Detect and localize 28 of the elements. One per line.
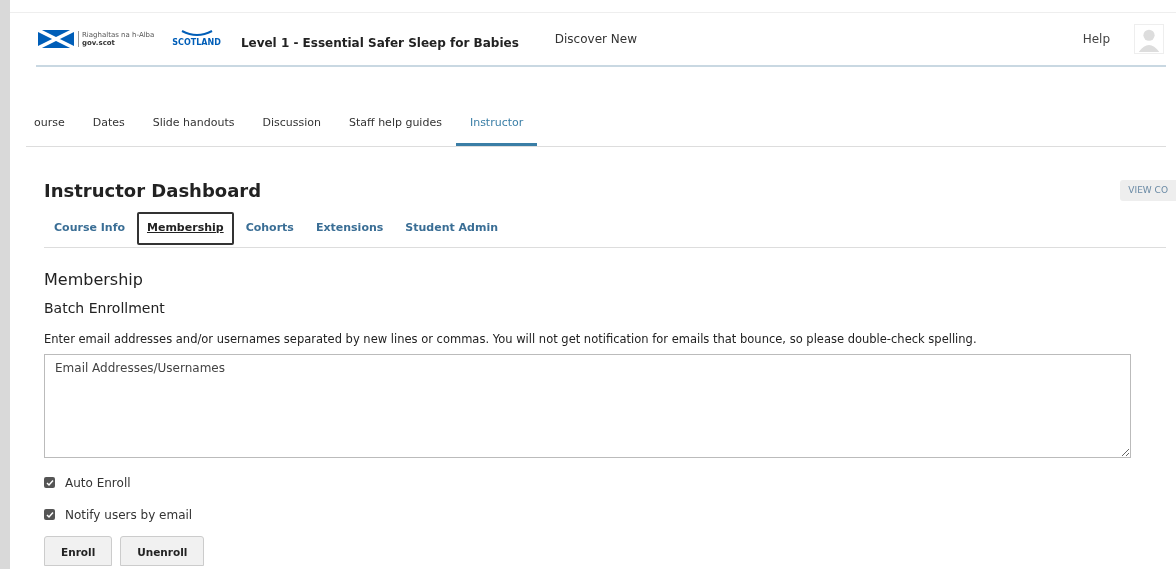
course-tab[interactable]: Discussion	[248, 114, 336, 146]
wave-logo-icon	[180, 29, 213, 37]
dashboard-tab[interactable]: Membership	[137, 212, 234, 245]
checkbox-label: Auto Enroll	[65, 474, 131, 492]
logo-text: SCOTLAND	[172, 37, 221, 49]
dashboard-tab[interactable]: Student Admin	[395, 212, 509, 245]
help-link[interactable]: Help	[1082, 30, 1110, 48]
course-title: Level 1 - Essential Safer Sleep for Babies	[240, 35, 519, 52]
course-tab[interactable]: Staff help guides	[335, 114, 456, 146]
dashboard-tab[interactable]: Cohorts	[235, 212, 304, 245]
section-subheading: Batch Enrollment	[44, 298, 166, 318]
checkbox[interactable]	[44, 477, 55, 489]
dashboard-title: Instructor Dashboard	[44, 179, 262, 203]
checkbox[interactable]	[44, 509, 55, 521]
saltire-flag-icon	[38, 30, 74, 48]
dashboard-tab[interactable]: Extensions	[305, 212, 394, 245]
section-heading: Membership	[44, 268, 144, 291]
nav-link[interactable]: Discover New	[554, 30, 637, 48]
course-tab[interactable]: Instructor	[455, 114, 538, 146]
instructions-text: Enter email addresses and/or usernames separated by new lines or commas. You will not get notification for emails that bounce, so please double-check spelling.	[44, 330, 978, 348]
email-input-field[interactable]: Email Addresses/Usernames	[44, 353, 1131, 458]
action-button[interactable]: Enroll	[44, 535, 113, 566]
course-tab[interactable]: Slide handouts	[138, 114, 249, 146]
dashboard-tab[interactable]: Course Info	[44, 212, 135, 245]
course-tab[interactable]: ourse	[26, 114, 79, 146]
course-tab[interactable]: Dates	[78, 114, 139, 146]
action-button[interactable]: Unenroll	[120, 535, 205, 566]
checkbox-label: Notify users by email	[65, 506, 193, 524]
